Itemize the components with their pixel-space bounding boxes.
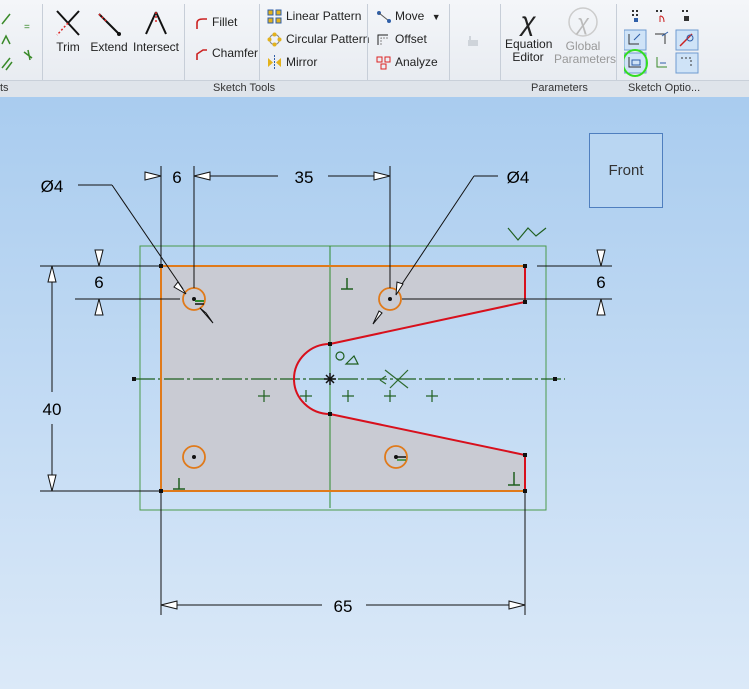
origin-marker	[324, 373, 336, 385]
dim-65-text[interactable]: 65	[334, 597, 353, 616]
dimension-6-left	[40, 249, 180, 316]
dim-diameter-right-text[interactable]: Ø4	[507, 168, 530, 187]
dim-diameter-left-text[interactable]: Ø4	[41, 177, 64, 196]
dim-6-left-text[interactable]: 6	[94, 273, 103, 292]
fix-constraint-icon	[507, 227, 547, 241]
dim-6-top-text[interactable]: 6	[172, 168, 181, 187]
sketch-drawing[interactable]: 6 35 Ø4 Ø4 6 6 40 65	[0, 0, 749, 689]
tangent-constraint-icon	[335, 351, 359, 365]
dim-6-right-text[interactable]: 6	[596, 273, 605, 292]
dim-40-text[interactable]: 40	[43, 400, 62, 419]
dim-35-text[interactable]: 35	[295, 168, 314, 187]
